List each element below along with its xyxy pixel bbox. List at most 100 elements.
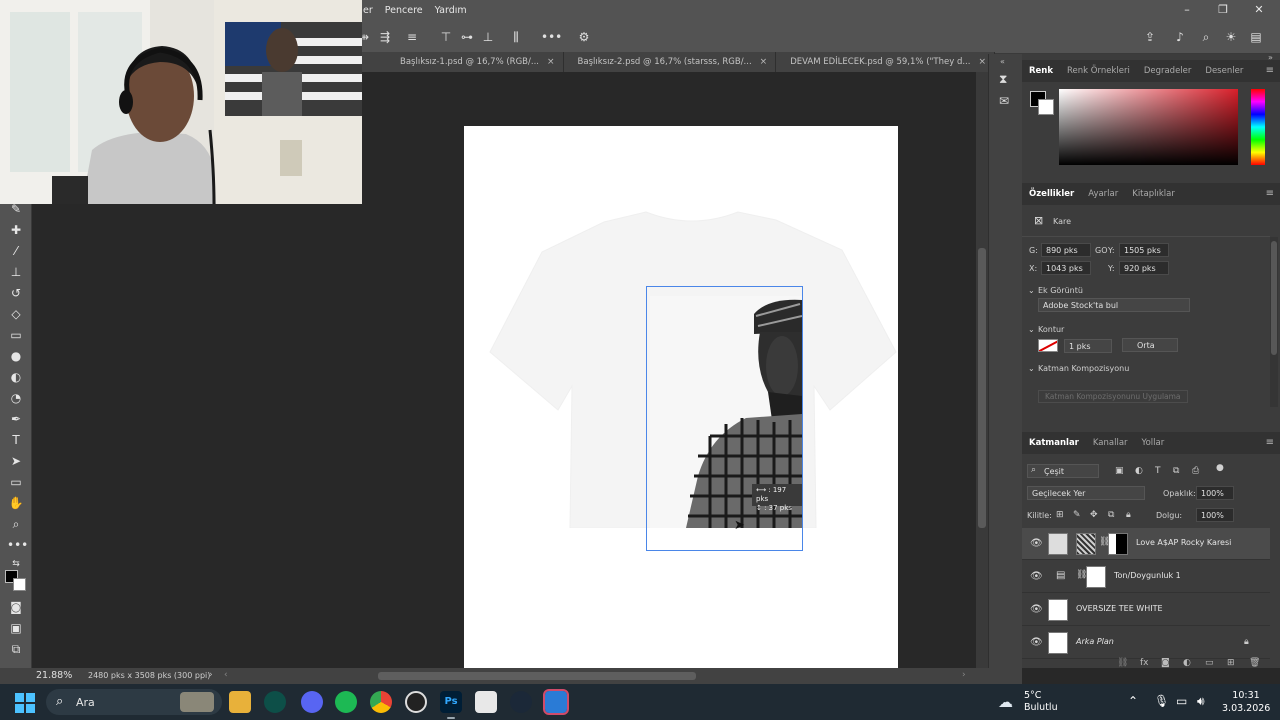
lock-transparent-icon[interactable]: ⊞ xyxy=(1056,510,1064,520)
history-icon[interactable]: ⧗ xyxy=(999,72,1007,87)
stroke-align-dropdown[interactable]: Orta xyxy=(1122,338,1178,352)
more-options-icon[interactable]: ••• xyxy=(541,29,562,45)
eraser-icon[interactable]: ◇ xyxy=(7,305,25,323)
scroll-left-icon[interactable]: ‹ xyxy=(224,670,228,680)
fill-field[interactable]: 100% xyxy=(1196,508,1234,522)
filter-toggle-icon[interactable]: ● xyxy=(1216,463,1224,473)
chrome-icon[interactable] xyxy=(370,691,392,713)
new-group-icon[interactable]: ▭ xyxy=(1205,658,1214,668)
vpn-icon[interactable] xyxy=(264,691,286,713)
windows-start-icon[interactable] xyxy=(15,693,35,713)
paint-icon[interactable] xyxy=(543,689,569,715)
close-icon[interactable]: × xyxy=(547,57,555,67)
align-right-icon[interactable]: ⇶ xyxy=(377,29,393,45)
tab-untitled-2[interactable]: Başlıksız-2.psd @ 16,7% (starsss, RGB/..… xyxy=(563,52,777,72)
tab-color[interactable]: Renk xyxy=(1022,66,1060,76)
workspace-icon[interactable]: ▤ xyxy=(1248,29,1264,45)
tab-gradients[interactable]: Degradeler xyxy=(1137,66,1199,76)
apply-comp-button[interactable]: Katman Kompozisyonunu Uygulama xyxy=(1038,390,1188,403)
properties-scrollbar[interactable] xyxy=(1270,237,1278,407)
close-icon[interactable]: × xyxy=(760,57,768,67)
chevron-down-icon[interactable]: ⌄ xyxy=(1028,286,1035,295)
rectangle-icon[interactable]: ▭ xyxy=(7,473,25,491)
stroke-color-swatch[interactable] xyxy=(1038,339,1058,352)
filter-pixel-icon[interactable]: ▣ xyxy=(1115,466,1124,476)
distribute-vertical-icon[interactable]: ⫼ xyxy=(508,29,524,45)
blend-mode-dropdown[interactable]: Geçilecek Yer xyxy=(1027,486,1145,500)
microphone-icon[interactable]: 🎙︎ xyxy=(1154,694,1169,708)
vertical-scrollbar[interactable] xyxy=(976,72,988,668)
sponge-icon[interactable]: ◔ xyxy=(7,389,25,407)
network-icon[interactable]: ▭ xyxy=(1176,694,1187,708)
comment-icon[interactable]: ✉ xyxy=(999,94,1009,108)
screen-mode-icon[interactable]: ▣ xyxy=(7,619,25,637)
hue-slider[interactable] xyxy=(1251,89,1265,165)
color-picker-field[interactable] xyxy=(1059,89,1238,165)
tab-adjustments[interactable]: Ayarlar xyxy=(1081,189,1125,199)
system-clock[interactable]: 10:31 3.03.2026 xyxy=(1222,689,1270,715)
layer-name[interactable]: Ton/Doygunluk 1 xyxy=(1114,571,1181,580)
healing-brush-icon[interactable]: ✚ xyxy=(7,221,25,239)
spotify-icon[interactable] xyxy=(335,691,357,713)
visibility-eye-icon[interactable]: 👁︎ xyxy=(1030,538,1043,549)
new-adjustment-icon[interactable]: ◐ xyxy=(1183,658,1191,668)
visibility-eye-icon[interactable]: 👁︎ xyxy=(1030,637,1043,648)
tab-swatches[interactable]: Renk Örnekleri xyxy=(1060,66,1137,76)
snipping-tool-icon[interactable] xyxy=(475,691,497,713)
photoshop-icon[interactable]: Ps xyxy=(440,691,462,713)
layer-row-hue-saturation[interactable]: 👁︎ ▤ ⛓︎ Ton/Doygunluk 1 xyxy=(1022,561,1270,593)
close-icon[interactable]: × xyxy=(978,57,986,67)
minimize-icon[interactable]: – xyxy=(1178,2,1196,18)
visibility-eye-icon[interactable]: 👁︎ xyxy=(1030,604,1043,615)
chevron-up-icon[interactable]: ⌃ xyxy=(1128,694,1138,708)
layer-name[interactable]: OVERSIZE TEE WHITE xyxy=(1076,604,1163,613)
close-icon[interactable]: ✕ xyxy=(1250,2,1268,18)
layer-row-background[interactable]: 👁︎ Arka Plan 🔒︎ xyxy=(1022,627,1270,659)
tab-paths[interactable]: Yollar xyxy=(1135,438,1172,448)
lock-position-icon[interactable]: ✥ xyxy=(1090,510,1098,520)
tab-untitled-1[interactable]: Başlıksız-1.psd @ 16,7% (RGB/... × xyxy=(362,52,564,72)
layer-style-icon[interactable]: fx xyxy=(1140,658,1149,668)
collapse-icon[interactable]: « xyxy=(1000,57,1005,66)
gradient-icon[interactable]: ▭ xyxy=(7,326,25,344)
hand-icon[interactable]: ✋ xyxy=(7,494,25,512)
tab-patterns[interactable]: Desenler xyxy=(1198,66,1250,76)
layer-name[interactable]: Arka Plan xyxy=(1076,637,1114,646)
taskbar-search[interactable]: ⌕ Ara xyxy=(46,689,222,715)
chevron-right-icon[interactable]: › xyxy=(209,670,213,680)
menu-item-filter[interactable]: er xyxy=(362,5,374,16)
width-field[interactable]: 890 pks xyxy=(1041,243,1091,257)
sun-icon[interactable]: ☀ xyxy=(1223,29,1239,45)
menu-item-help[interactable]: Yardım xyxy=(434,5,468,16)
panel-menu-icon[interactable]: ≡ xyxy=(1266,437,1274,448)
filter-shape-icon[interactable]: ⧉ xyxy=(1173,466,1179,476)
background-swatch[interactable] xyxy=(1038,99,1054,115)
y-position-field[interactable]: 920 pks xyxy=(1119,261,1169,275)
filter-type-icon[interactable]: T xyxy=(1155,466,1161,476)
discord-icon[interactable] xyxy=(301,691,323,713)
lock-all-icon[interactable]: 🔒︎ xyxy=(1126,510,1131,520)
distribute-icon[interactable]: ≡ xyxy=(404,29,420,45)
brush-icon[interactable]: ⁄ xyxy=(7,242,25,260)
height-field[interactable]: 1505 pks xyxy=(1119,243,1169,257)
filter-adjustment-icon[interactable]: ◐ xyxy=(1135,466,1143,476)
document-info[interactable]: 2480 pks x 3508 pks (300 ppi) xyxy=(88,671,210,680)
menu-item-window[interactable]: Pencere xyxy=(384,5,424,16)
obs-icon[interactable] xyxy=(405,691,427,713)
panel-menu-icon[interactable]: ≡ xyxy=(1266,65,1274,76)
tab-libraries[interactable]: Kitaplıklar xyxy=(1125,189,1182,199)
chevron-down-icon[interactable]: ⌄ xyxy=(1028,364,1035,373)
stroke-width-dropdown[interactable]: 1 pks xyxy=(1064,339,1112,353)
artboard-icon[interactable]: ⧉ xyxy=(7,640,25,658)
filter-smart-object-icon[interactable]: ⎙ xyxy=(1192,466,1199,476)
scrollbar-thumb[interactable] xyxy=(978,248,986,528)
background-color-swatch[interactable] xyxy=(13,578,26,591)
lock-artboard-icon[interactable]: ⧉ xyxy=(1108,510,1114,520)
path-selection-icon[interactable]: ➤ xyxy=(7,452,25,470)
chevron-down-icon[interactable]: ⌄ xyxy=(1028,325,1035,334)
tab-layers[interactable]: Katmanlar xyxy=(1022,438,1086,448)
type-icon[interactable]: T xyxy=(7,431,25,449)
zoom-level[interactable]: 21.88% xyxy=(36,670,72,681)
visibility-eye-icon[interactable]: 👁︎ xyxy=(1030,571,1043,582)
file-explorer-icon[interactable] xyxy=(229,691,251,713)
